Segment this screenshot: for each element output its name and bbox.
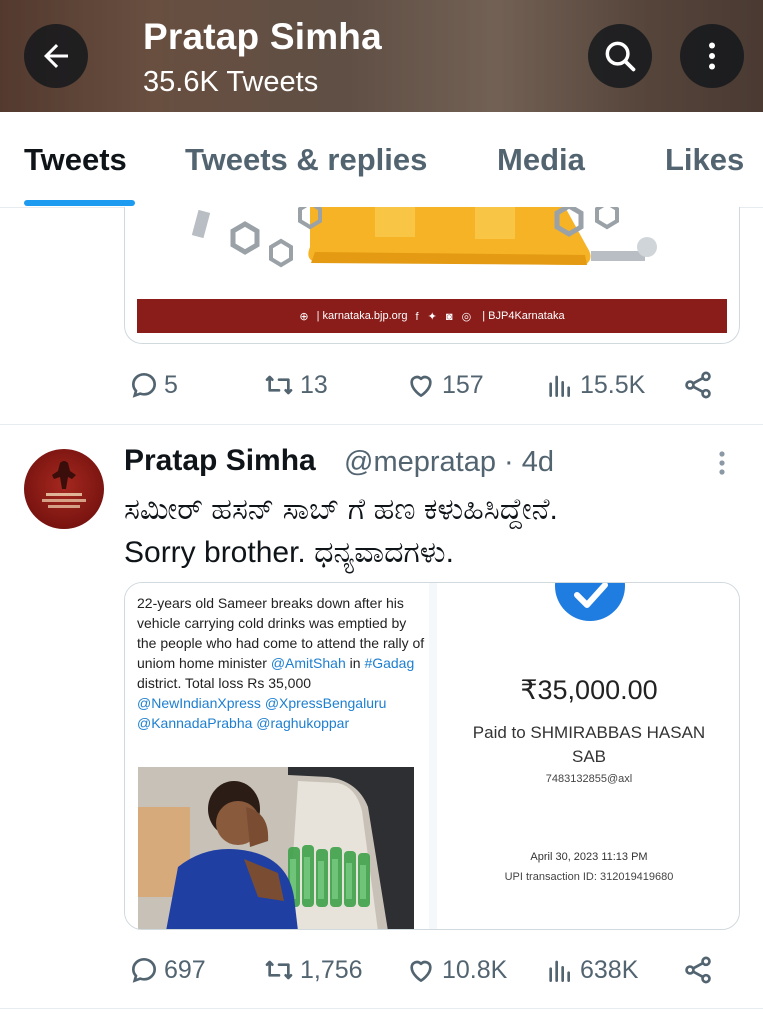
tweet-media[interactable]: 22-years old Sameer breaks down after hi…	[124, 582, 740, 930]
views-button[interactable]: 638K	[544, 954, 638, 986]
views-button[interactable]: 15.5K	[544, 369, 645, 401]
author-handle-time[interactable]: @mepratap · 4d	[344, 446, 554, 479]
share-button[interactable]	[682, 954, 714, 986]
retweet-button[interactable]: 13	[262, 369, 328, 401]
more-vertical-icon	[709, 42, 715, 70]
transaction-date: April 30, 2023 11:13 PM	[530, 851, 648, 863]
views-icon	[549, 375, 570, 397]
active-tab-indicator	[24, 200, 135, 206]
media-news-screenshot[interactable]: 22-years old Sameer breaks down after hi…	[125, 583, 429, 929]
author-name[interactable]: Pratap Simha	[124, 444, 316, 478]
share-icon	[685, 956, 711, 984]
news-mentions: @NewIndianXpress @XpressBengaluru @Kanna…	[137, 695, 387, 731]
word-in: in	[345, 655, 365, 671]
payment-recipient: Paid to SHMIRABBAS HASAN SAB	[472, 723, 706, 766]
retweet-button[interactable]: 1,756	[262, 954, 363, 986]
tab-tweets[interactable]: Tweets	[24, 142, 127, 178]
success-check-icon	[555, 583, 625, 621]
back-button[interactable]	[24, 24, 88, 88]
mention-amitshah: @AmitShah	[270, 655, 346, 671]
recipient-upi-id: 7483132855@axl	[545, 773, 633, 785]
like-button[interactable]: 10.8K	[404, 954, 507, 986]
news-body-end: district. Total loss Rs 35,000	[137, 675, 312, 691]
share-button[interactable]	[682, 369, 714, 401]
profile-header-banner: Pratap Simha 35.6K Tweets	[0, 0, 763, 112]
tweet-text-line-2: Sorry brother. ಧನ್ಯವಾದಗಳು.	[124, 536, 454, 569]
profile-name-title: Pratap Simha	[143, 16, 382, 57]
arrow-left-icon	[44, 44, 68, 68]
tweet-text-line-1: ಸಮೀರ್ ಹಸನ್ ಸಾಬ್ ಗೆ ಹಣ ಕಳುಹಿಸಿದ್ದೇನೆ.	[124, 493, 558, 526]
reply-icon	[131, 957, 157, 983]
retweet-icon	[265, 960, 293, 980]
previous-tweet-media-card[interactable]: ⊕ | karnataka.bjp.org f ✦ ◙ ◎ | BJP4Karn…	[124, 207, 740, 344]
retweet-icon	[265, 375, 293, 395]
construction-illustration	[191, 207, 657, 268]
more-vertical-icon	[719, 451, 725, 475]
views-count: 15.5K	[580, 370, 646, 399]
website-text: | karnataka.bjp.org	[316, 310, 408, 322]
share-icon	[685, 371, 711, 399]
like-count: 10.8K	[442, 955, 508, 984]
man-crying-photo	[138, 767, 414, 929]
tweet-divider	[0, 1008, 763, 1009]
avatar-emblem	[42, 461, 86, 508]
avatar[interactable]	[24, 449, 104, 529]
transaction-id: UPI transaction ID: 312019419680	[504, 871, 674, 883]
news-caption: 22-years old Sameer breaks down after hi…	[137, 593, 427, 733]
social-icons: f ✦ ◙ ◎	[415, 310, 475, 323]
hashtag-gadag: #Gadag	[364, 655, 415, 671]
globe-icon: ⊕	[299, 310, 309, 323]
handle-text: | BJP4Karnataka	[482, 310, 565, 322]
profile-tabs: Tweets Tweets & replies Media Likes	[0, 112, 763, 208]
retweet-count: 13	[300, 370, 328, 399]
reply-button[interactable]: 697	[128, 954, 206, 986]
tab-likes[interactable]: Likes	[665, 142, 744, 178]
like-count: 157	[442, 370, 484, 399]
tweet-count: 35.6K Tweets	[143, 66, 319, 98]
reply-count: 697	[164, 955, 206, 984]
heart-icon	[410, 375, 432, 397]
search-icon	[605, 41, 636, 72]
tab-media[interactable]: Media	[497, 142, 585, 178]
tweet-more-button[interactable]	[712, 448, 732, 483]
bjp-karnataka-footer: ⊕ | karnataka.bjp.org f ✦ ◙ ◎ | BJP4Karn…	[137, 299, 727, 333]
more-options-button[interactable]	[680, 24, 744, 88]
reply-button[interactable]: 5	[128, 369, 178, 401]
reply-icon	[131, 372, 157, 398]
retweet-count: 1,756	[300, 955, 363, 984]
tweet-text: ಸಮೀರ್ ಹಸನ್ ಸಾಬ್ ಗೆ ಹಣ ಕಳುಹಿಸಿದ್ದೇನೆ. Sor…	[124, 488, 724, 574]
tweet-divider	[0, 424, 763, 425]
like-button[interactable]: 157	[404, 369, 484, 401]
views-icon	[549, 960, 570, 982]
search-button[interactable]	[588, 24, 652, 88]
reply-count: 5	[164, 370, 178, 399]
views-count: 638K	[580, 955, 639, 984]
payment-amount: ₹35,000.00	[520, 675, 658, 705]
heart-icon	[410, 960, 432, 982]
tab-tweets-and-replies[interactable]: Tweets & replies	[185, 142, 427, 178]
news-photo	[138, 767, 414, 929]
media-payment-receipt[interactable]: ₹35,000.00 Paid to SHMIRABBAS HASAN SAB …	[437, 583, 739, 929]
